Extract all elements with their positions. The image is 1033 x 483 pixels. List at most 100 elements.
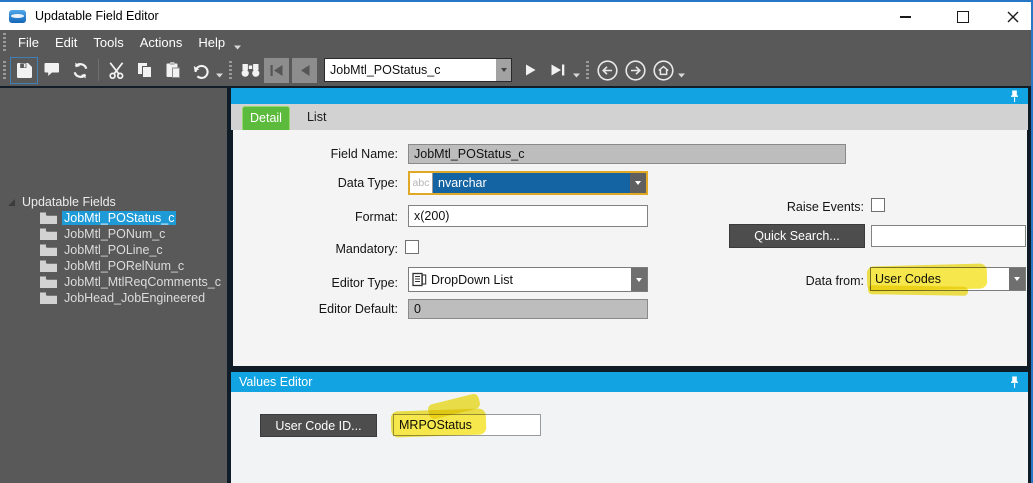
record-selector-dropdown-button[interactable] [496, 59, 511, 81]
next-record-button[interactable] [516, 57, 544, 84]
menu-help[interactable]: Help [190, 35, 233, 50]
folder-icon [40, 276, 57, 288]
last-record-icon [551, 64, 565, 76]
mandatory-checkbox[interactable] [405, 240, 419, 254]
tab-detail[interactable]: Detail [242, 106, 290, 130]
window-title: Updatable Field Editor [35, 9, 159, 23]
format-input[interactable]: x(200) [408, 205, 648, 227]
navigate-back-button[interactable] [593, 57, 621, 84]
data-type-dropdown-button[interactable] [630, 173, 646, 193]
save-button[interactable] [10, 56, 38, 84]
home-icon [652, 59, 674, 81]
maximize-button[interactable] [950, 6, 976, 28]
comment-button[interactable] [38, 57, 66, 84]
detail-form: Field Name: JobMtl_POStatus_c Data Type:… [233, 130, 1027, 366]
tree-root-updatable-fields[interactable]: Updatable Fields [0, 194, 227, 210]
nav-overflow-chevron-icon[interactable] [678, 73, 685, 78]
undo-button[interactable] [187, 57, 215, 84]
find-button[interactable] [236, 57, 264, 84]
editor-default-input: 0 [408, 299, 648, 319]
data-from-dropdown-button[interactable] [1009, 268, 1025, 290]
chevron-down-icon [1014, 277, 1020, 281]
quick-search-button[interactable]: Quick Search... [729, 224, 865, 248]
cut-button[interactable] [103, 57, 131, 84]
first-record-icon [270, 64, 283, 76]
comment-icon [44, 63, 59, 76]
cut-icon [108, 61, 123, 79]
field-name-input: JobMtl_POStatus_c [408, 144, 846, 164]
quick-search-input[interactable] [871, 225, 1026, 247]
home-button[interactable] [649, 57, 677, 84]
dropdown-list-icon [412, 272, 427, 287]
tree-item-jobmtl-ponum[interactable]: JobMtl_PONum_c [0, 226, 227, 242]
raise-events-checkbox[interactable] [871, 198, 885, 212]
raise-events-label: Raise Events: [786, 200, 864, 214]
folder-icon [40, 292, 57, 304]
field-name-label: Field Name: [330, 147, 398, 161]
user-code-id-button[interactable]: User Code ID... [260, 414, 377, 437]
tree-item-jobmtl-porelnum[interactable]: JobMtl_PORelNum_c [0, 258, 227, 274]
binoculars-icon [241, 63, 259, 77]
tree-item-jobmtl-mtlreqcomments[interactable]: JobMtl_MtlReqComments_c [0, 274, 227, 290]
data-from-combo[interactable]: User Codes [870, 267, 1026, 291]
data-type-label: Data Type: [337, 176, 398, 190]
data-type-value: nvarchar [433, 173, 630, 193]
toolbar-grip[interactable] [3, 61, 6, 79]
minimize-icon [899, 16, 911, 18]
updatable-field-editor-window: Updatable Field Editor File Edit Tools A… [0, 0, 1033, 483]
record-selector-input[interactable] [325, 63, 496, 77]
pin-icon [1011, 90, 1018, 102]
tab-list[interactable]: List [295, 106, 338, 130]
tree-item-jobmtl-postatus[interactable]: JobMtl_POStatus_c [0, 210, 227, 226]
editor-type-label: Editor Type: [331, 276, 398, 290]
menu-edit[interactable]: Edit [47, 35, 85, 50]
undo-overflow-chevron-icon[interactable] [216, 73, 223, 78]
menu-tools[interactable]: Tools [85, 35, 131, 50]
first-record-button[interactable] [264, 57, 289, 83]
tree-expanded-icon [8, 198, 15, 206]
record-overflow-chevron-icon[interactable] [573, 73, 580, 78]
folder-icon [40, 260, 57, 272]
values-editor-content: User Code ID... MRPOStatus [231, 392, 1028, 483]
save-icon [16, 62, 32, 78]
mandatory-label: Mandatory: [335, 242, 398, 256]
menu-bar: File Edit Tools Actions Help [0, 30, 1033, 54]
navigate-forward-button[interactable] [621, 57, 649, 84]
minimize-button[interactable] [892, 6, 918, 28]
back-arrow-icon [596, 59, 618, 81]
folder-icon [40, 244, 57, 256]
menu-actions[interactable]: Actions [132, 35, 191, 50]
previous-record-button[interactable] [292, 57, 317, 83]
data-type-combo[interactable]: abc nvarchar [408, 171, 648, 195]
toolbar-separator [98, 59, 99, 81]
tree-root-label: Updatable Fields [22, 195, 116, 209]
refresh-icon [73, 62, 87, 78]
previous-record-icon [300, 64, 309, 76]
menu-file[interactable]: File [10, 35, 47, 50]
toolbar-grip[interactable] [586, 61, 589, 79]
toolbar [0, 54, 1033, 86]
string-type-badge: abc [410, 173, 433, 193]
data-from-label: Data from: [805, 274, 864, 288]
last-record-button[interactable] [544, 57, 572, 84]
fields-tree: Updatable Fields JobMtl_POStatus_c JobMt… [0, 194, 227, 306]
menubar-grip[interactable] [3, 33, 6, 51]
close-button[interactable] [1000, 6, 1026, 28]
editor-type-value: DropDown List [431, 272, 513, 287]
undo-icon [193, 64, 209, 79]
copy-button[interactable] [131, 57, 159, 84]
editor-type-dropdown-button[interactable] [631, 268, 647, 291]
user-code-id-input[interactable]: MRPOStatus [393, 414, 541, 436]
tree-item-jobmtl-poline[interactable]: JobMtl_POLine_c [0, 242, 227, 258]
app-icon [9, 9, 26, 23]
pin-icon [1011, 376, 1018, 388]
paste-button[interactable] [159, 57, 187, 84]
editor-type-combo[interactable]: DropDown List [408, 267, 648, 292]
toolbar-grip[interactable] [229, 61, 232, 79]
refresh-button[interactable] [66, 57, 94, 84]
menu-overflow-chevron-icon[interactable] [234, 45, 242, 50]
values-editor-title: Values Editor [239, 375, 313, 389]
forward-arrow-icon [624, 59, 646, 81]
copy-icon [138, 62, 152, 78]
tree-item-jobhead-jobengineered[interactable]: JobHead_JobEngineered [0, 290, 227, 306]
